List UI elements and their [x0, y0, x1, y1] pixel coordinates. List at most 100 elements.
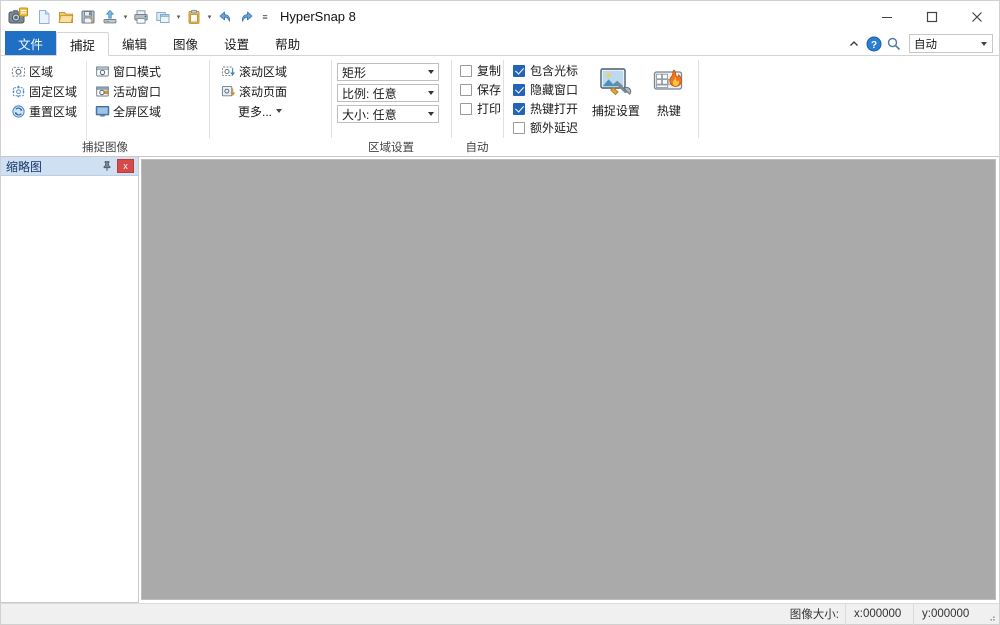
- button-scroll-page[interactable]: 滚动页面: [217, 81, 292, 101]
- help-circle-icon[interactable]: ?: [865, 35, 883, 53]
- print-icon[interactable]: [130, 5, 152, 28]
- new-document-icon[interactable]: [33, 5, 55, 28]
- capture-col-1: 区域 固定区域 重置区域: [7, 61, 82, 121]
- region-combos-col: 矩形 比例: 任意 大小: 任意: [337, 63, 439, 126]
- full-screen-icon: [94, 103, 110, 119]
- paste-dropdown-arrow[interactable]: ▾: [205, 5, 214, 28]
- close-icon[interactable]: [954, 1, 999, 32]
- capture-settings-icon: [598, 64, 634, 100]
- thumbnail-list[interactable]: [1, 176, 138, 602]
- button-region[interactable]: 区域: [7, 61, 82, 81]
- close-panel-button[interactable]: x: [117, 159, 134, 173]
- tab-help[interactable]: 帮助: [262, 31, 313, 55]
- button-active-window[interactable]: 活动窗口: [91, 81, 166, 101]
- chevron-up-icon[interactable]: [845, 35, 863, 53]
- tab-file[interactable]: 文件: [5, 31, 57, 55]
- chevron-down-icon: [276, 109, 283, 113]
- chevron-down-icon: [428, 112, 434, 116]
- quick-access-toolbar: ▾ ▾ ▾ ≡: [33, 5, 272, 28]
- ribbon-group-capture-options: 包含光标 隐藏窗口 热键打开 额外延迟 捕捉设置 热键: [503, 56, 698, 156]
- image-canvas[interactable]: [141, 159, 996, 600]
- customize-quick-access-icon[interactable]: ≡: [258, 5, 272, 28]
- group-label-auto: 自动: [465, 142, 489, 154]
- checkbox-include-cursor-label: 包含光标: [530, 64, 579, 78]
- button-capture-settings[interactable]: 捕捉设置: [586, 61, 646, 125]
- redo-icon[interactable]: [236, 5, 258, 28]
- button-scroll-page-label: 滚动页面: [239, 84, 288, 99]
- window-mode-icon: [94, 63, 110, 79]
- button-window-mode[interactable]: 窗口模式: [91, 61, 166, 81]
- button-fixed-region[interactable]: 固定区域: [7, 81, 82, 101]
- copy-window-icon[interactable]: [152, 5, 174, 28]
- tab-image[interactable]: 图像: [160, 31, 211, 55]
- thumbnail-panel-header: 缩略图 x: [1, 157, 138, 176]
- ribbon-group-capture-image: 区域 固定区域 重置区域 窗口模式 活动窗口 全屏区域 捕捉图像: [1, 56, 209, 156]
- button-hotkeys[interactable]: 热键: [646, 61, 692, 125]
- pin-icon[interactable]: [99, 159, 114, 174]
- checkbox-include-cursor[interactable]: 包含光标: [511, 61, 582, 80]
- tab-settings[interactable]: 设置: [211, 31, 262, 55]
- ratio-combo[interactable]: 比例: 任意: [337, 84, 439, 102]
- upload-dropdown-arrow[interactable]: ▾: [121, 5, 130, 28]
- clipboard-paste-icon[interactable]: [183, 5, 205, 28]
- button-fixed-region-label: 固定区域: [29, 84, 78, 99]
- camera-icon: [7, 6, 29, 28]
- resize-grip-icon[interactable]: [981, 604, 999, 625]
- checkbox-box: [513, 102, 525, 115]
- button-more[interactable]: 更多...: [217, 101, 292, 121]
- canvas-container: [139, 157, 999, 603]
- button-full-screen[interactable]: 全屏区域: [91, 101, 166, 121]
- checkbox-auto-copy-label: 复制: [477, 64, 502, 78]
- fixed-region-icon: [10, 83, 26, 99]
- ribbon-tab-bar-right: ? 自动: [845, 34, 999, 55]
- tab-capture[interactable]: 捕捉: [56, 32, 110, 56]
- group-label-capture-options: [503, 140, 698, 156]
- region-capture-icon: [10, 63, 26, 79]
- thumbnail-panel: 缩略图 x: [1, 157, 139, 603]
- button-repeat-region[interactable]: 重置区域: [7, 101, 82, 121]
- checkbox-hide-window-label: 隐藏窗口: [530, 83, 579, 97]
- magnifier-icon[interactable]: [885, 35, 903, 53]
- minimize-icon[interactable]: [864, 1, 909, 32]
- cursor-y-value: y:000000: [913, 603, 981, 625]
- button-more-label: 更多...: [238, 104, 273, 119]
- checkbox-hotkey-open[interactable]: 热键打开: [511, 99, 582, 118]
- maximize-icon[interactable]: [909, 1, 954, 32]
- save-floppy-icon[interactable]: [77, 5, 99, 28]
- checkbox-auto-save[interactable]: 保存: [458, 80, 505, 99]
- copy-dropdown-arrow[interactable]: ▾: [174, 5, 183, 28]
- image-size-label: 图像大小:: [789, 609, 839, 621]
- size-combo[interactable]: 大小: 任意: [337, 105, 439, 123]
- button-scroll-region-label: 滚动区域: [239, 64, 288, 79]
- button-full-screen-label: 全屏区域: [113, 104, 162, 119]
- button-capture-settings-label: 捕捉设置: [591, 104, 640, 118]
- capture-options-col: 包含光标 隐藏窗口 热键打开 额外延迟: [511, 61, 582, 137]
- checkbox-box: [513, 121, 525, 134]
- window-title: HyperSnap 8: [280, 9, 356, 24]
- chevron-down-icon: [428, 70, 434, 74]
- shape-combo[interactable]: 矩形: [337, 63, 439, 81]
- checkbox-auto-print[interactable]: 打印: [458, 99, 505, 118]
- checkbox-auto-copy[interactable]: 复制: [458, 61, 505, 80]
- group-label-region-settings: 区域设置: [368, 142, 414, 154]
- checkbox-hide-window[interactable]: 隐藏窗口: [511, 80, 582, 99]
- checkbox-box: [460, 102, 472, 115]
- button-window-mode-label: 窗口模式: [113, 64, 162, 79]
- scroll-page-icon: [220, 83, 236, 99]
- checkbox-extra-delay-label: 额外延迟: [530, 121, 579, 135]
- ribbon-group-empty: [698, 56, 999, 156]
- active-window-icon: [94, 83, 110, 99]
- checkbox-auto-save-label: 保存: [477, 83, 502, 97]
- mode-combo[interactable]: 自动: [909, 34, 993, 53]
- hypersnap-window: ▾ ▾ ▾ ≡ HyperSnap 8 文件 捕捉 编辑 图像 设置 帮助 ? …: [0, 0, 1000, 625]
- work-area: 缩略图 x: [1, 157, 999, 603]
- hotkey-flame-icon: [651, 64, 687, 100]
- undo-icon[interactable]: [214, 5, 236, 28]
- open-folder-icon[interactable]: [55, 5, 77, 28]
- mode-combo-value: 自动: [914, 38, 937, 51]
- upload-icon[interactable]: [99, 5, 121, 28]
- checkbox-extra-delay[interactable]: 额外延迟: [511, 118, 582, 137]
- button-scroll-region[interactable]: 滚动区域: [217, 61, 292, 81]
- tab-edit[interactable]: 编辑: [109, 31, 160, 55]
- svg-text:?: ?: [871, 39, 877, 50]
